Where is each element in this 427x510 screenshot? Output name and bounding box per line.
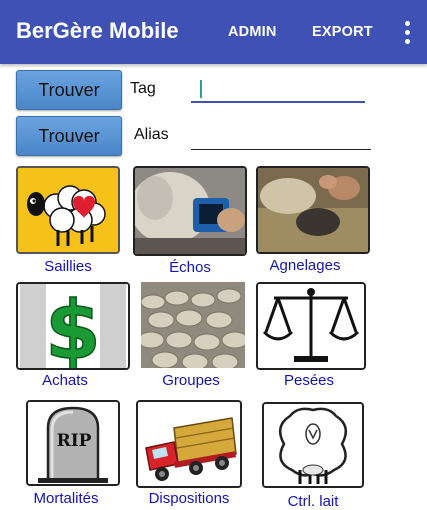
overflow-menu-icon[interactable] bbox=[396, 18, 418, 48]
sheep-heart-icon bbox=[16, 166, 120, 254]
find-by-tag-button[interactable]: Trouver bbox=[16, 70, 122, 110]
export-button[interactable]: EXPORT bbox=[312, 24, 373, 40]
dollar-icon: $ bbox=[16, 282, 130, 370]
tag-label: Tag bbox=[130, 80, 156, 97]
find-by-alias-button[interactable]: Trouver bbox=[16, 116, 122, 156]
svg-text:$: $ bbox=[45, 284, 101, 368]
tile-label: Saillies bbox=[44, 258, 92, 275]
tag-input-underline bbox=[191, 101, 365, 103]
tombstone-icon: RIP bbox=[26, 400, 120, 486]
scale-icon bbox=[256, 282, 366, 370]
tile-label: Pesées bbox=[283, 372, 335, 389]
admin-button[interactable]: ADMIN bbox=[228, 24, 277, 40]
tile-label: Achats bbox=[42, 372, 88, 389]
tile-label: Groupes bbox=[162, 372, 220, 389]
tile-label: Dispositions bbox=[148, 490, 230, 507]
tag-input[interactable] bbox=[191, 72, 369, 102]
app-title: BerGère Mobile bbox=[16, 18, 179, 43]
svg-text:RIP: RIP bbox=[57, 431, 92, 451]
ultrasound-photo bbox=[133, 166, 247, 256]
alias-input[interactable] bbox=[191, 120, 375, 150]
alias-label: Alias bbox=[134, 126, 169, 143]
tile-label: Agnelages bbox=[269, 257, 341, 274]
alias-input-underline bbox=[191, 149, 371, 150]
app-bar: BerGère Mobile ADMIN EXPORT bbox=[0, 0, 427, 64]
tile-label: Ctrl. lait bbox=[287, 493, 339, 510]
text-caret bbox=[200, 80, 202, 98]
tile-label: Échos bbox=[169, 259, 211, 276]
lambing-photo bbox=[256, 166, 370, 254]
milk-sheep-icon bbox=[262, 402, 364, 488]
sheep-flock-photo bbox=[141, 282, 245, 368]
tile-label: Mortalités bbox=[33, 490, 99, 507]
truck-icon bbox=[136, 400, 242, 488]
